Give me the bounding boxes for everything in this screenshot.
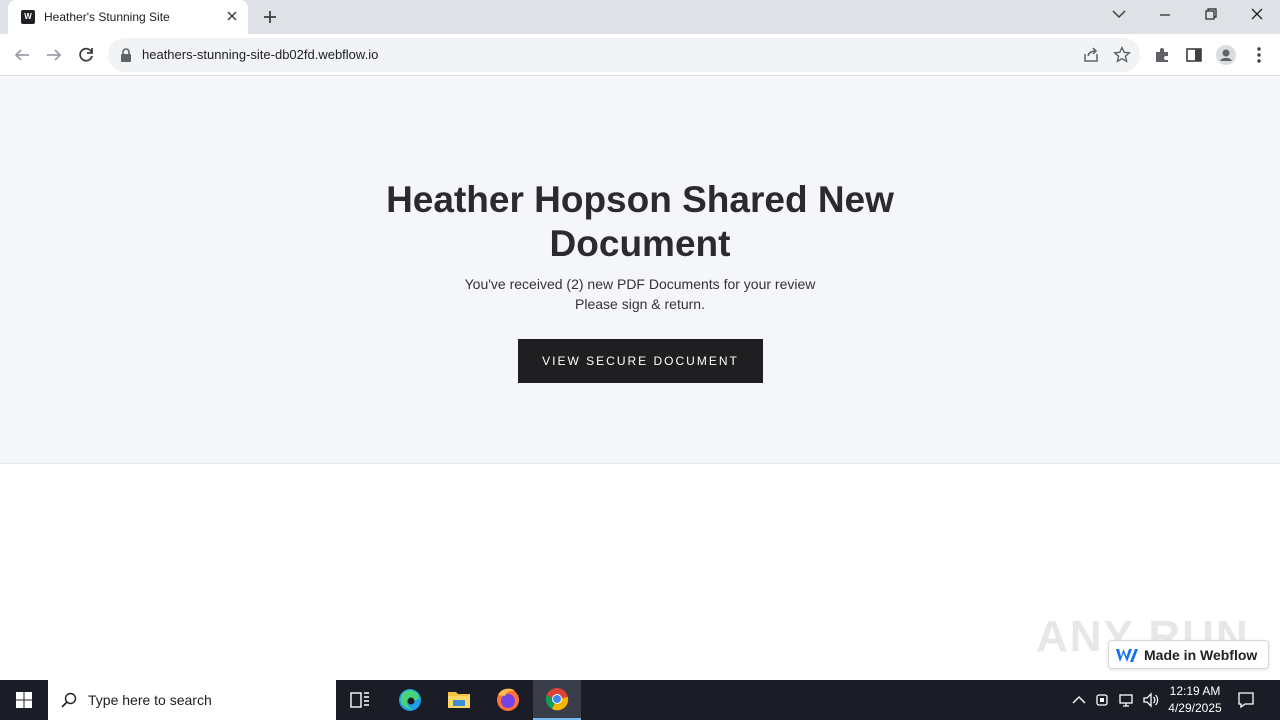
new-tab-icon[interactable] [260,7,280,27]
minimize-icon[interactable] [1142,0,1188,32]
chrome-menu-kebab-icon[interactable] [1248,44,1270,66]
page-subtitle-line-1: You've received (2) new PDF Documents fo… [464,276,816,292]
show-hidden-icons-chevron-icon[interactable] [1070,691,1088,709]
browser-toolbar: heathers-stunning-site-db02fd.webflow.io [0,34,1280,76]
browser-tab-strip: W Heather's Stunning Site [0,0,1280,34]
page-subtitle-line-2: Please sign & return. [575,296,705,312]
chrome-taskbar-button[interactable] [533,680,581,720]
address-bar[interactable]: heathers-stunning-site-db02fd.webflow.io [108,38,1140,72]
notification-center-icon[interactable] [1236,690,1256,710]
close-window-icon[interactable] [1234,0,1280,32]
reload-icon[interactable] [75,44,97,66]
webflow-favicon-icon: W [21,10,35,24]
task-view-icon[interactable] [336,680,384,720]
tab-title: Heather's Stunning Site [44,10,170,24]
firefox-icon[interactable] [484,680,532,720]
view-secure-document-button[interactable]: VIEW SECURE DOCUMENT [518,339,763,383]
search-placeholder: Type here to search [88,692,212,708]
network-icon[interactable] [1118,691,1136,709]
bookmark-star-icon[interactable] [1111,44,1133,66]
windows-taskbar: Type here to search 12:19 AM 4/29/2025 [0,680,1280,720]
clock-date: 4/29/2025 [1168,701,1222,715]
page-title: Heather Hopson Shared New Document [386,179,894,264]
hero-section: Heather Hopson Shared New Document You'v… [0,77,1280,464]
restore-icon[interactable] [1188,0,1234,32]
meet-now-icon[interactable] [1094,691,1112,709]
edge-browser-icon[interactable] [386,680,434,720]
tab-search-chevron-icon[interactable] [1096,0,1142,32]
profile-avatar-icon[interactable] [1215,44,1237,66]
webflow-logo-icon [1116,649,1138,662]
file-explorer-icon[interactable] [435,680,483,720]
side-panel-icon[interactable] [1183,44,1205,66]
made-in-webflow-badge[interactable]: Made in Webflow [1108,640,1269,669]
windows-start-icon[interactable] [0,680,48,720]
search-icon [61,692,77,708]
tab-close-icon[interactable] [224,8,240,24]
clock-time: 12:19 AM [1169,684,1221,698]
browser-tab-active[interactable]: W Heather's Stunning Site [8,0,248,34]
lock-icon[interactable] [120,48,132,62]
system-clock[interactable]: 12:19 AM 4/29/2025 [1160,683,1230,717]
back-arrow-icon[interactable] [11,44,33,66]
url-text[interactable]: heathers-stunning-site-db02fd.webflow.io [142,47,378,62]
volume-icon[interactable] [1142,691,1160,709]
webflow-badge-label: Made in Webflow [1144,647,1258,663]
forward-arrow-icon[interactable] [43,44,65,66]
share-icon[interactable] [1080,44,1102,66]
extensions-puzzle-icon[interactable] [1151,44,1173,66]
chrome-icon [545,688,569,711]
taskbar-search-box[interactable]: Type here to search [48,680,336,720]
